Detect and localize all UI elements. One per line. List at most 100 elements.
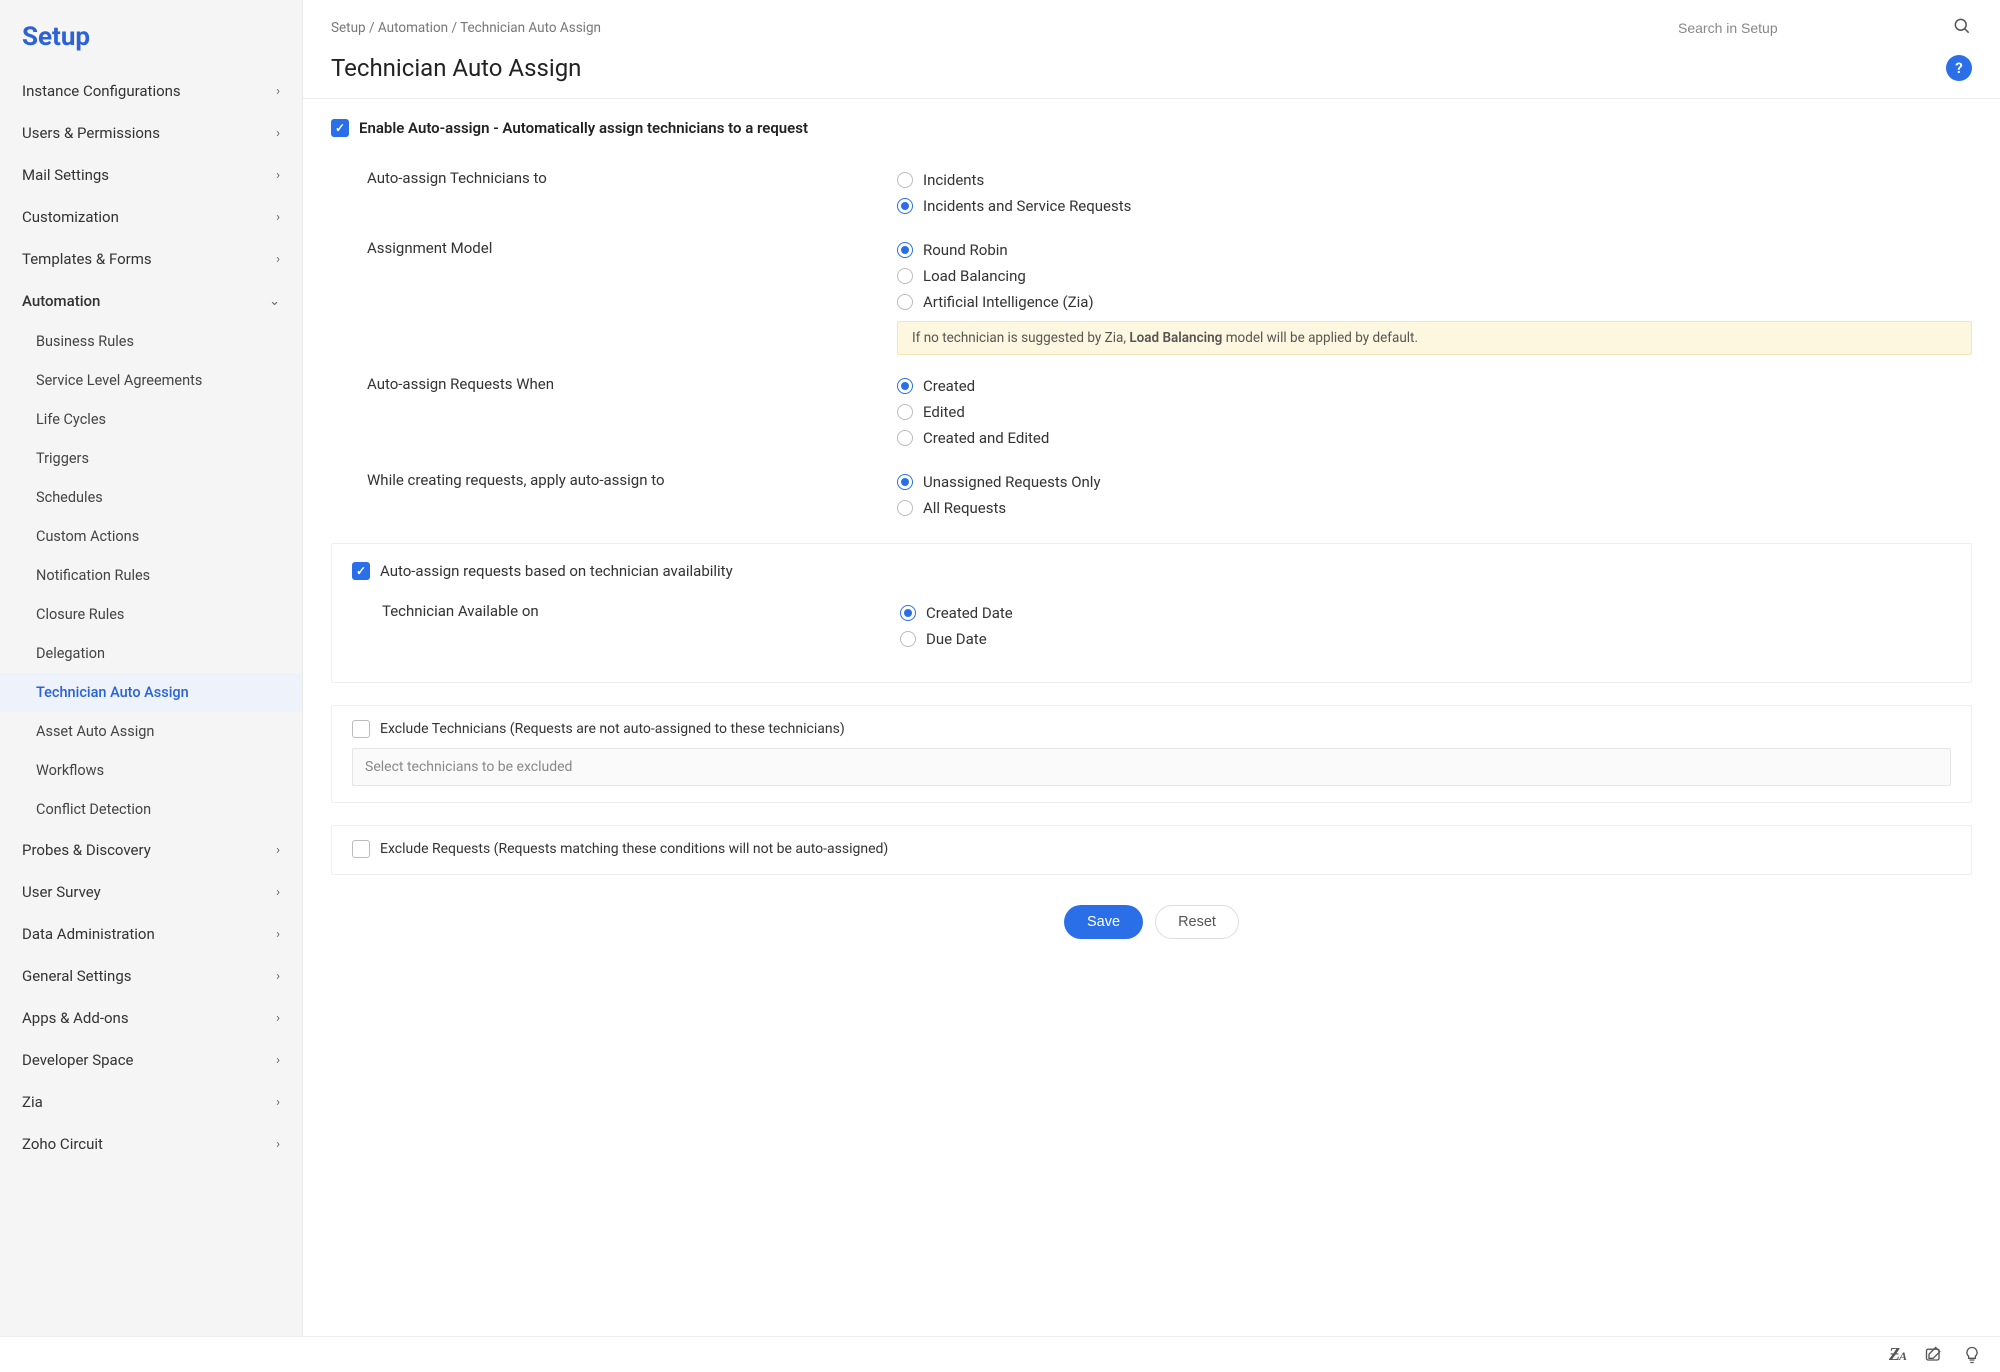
- chevron-right-icon: ›: [276, 84, 280, 99]
- sidebar-item-probes-discovery[interactable]: Probes & Discovery›: [0, 829, 302, 871]
- sidebar-subitem-business-rules[interactable]: Business Rules: [0, 322, 302, 361]
- exclude-requests-label: Exclude Requests (Requests matching thes…: [380, 841, 888, 857]
- search-input[interactable]: [1672, 14, 1972, 42]
- availability-checkbox[interactable]: [352, 562, 370, 580]
- search-wrap: [1672, 14, 1972, 42]
- sidebar-subitem-triggers[interactable]: Triggers: [0, 439, 302, 478]
- sidebar-item-developer-space[interactable]: Developer Space›: [0, 1039, 302, 1081]
- help-icon[interactable]: ?: [1946, 55, 1972, 81]
- sidebar-subitem-asset-auto-assign[interactable]: Asset Auto Assign: [0, 712, 302, 751]
- sidebar-item-label: Users & Permissions: [22, 124, 160, 142]
- radio-label: Round Robin: [923, 241, 1008, 259]
- sidebar-item-zia[interactable]: Zia›: [0, 1081, 302, 1123]
- topbar: Setup / Automation / Technician Auto Ass…: [303, 0, 2000, 48]
- radio-option-created[interactable]: Created: [897, 373, 1972, 399]
- enable-auto-assign-row: Enable Auto-assign - Automatically assig…: [331, 119, 1972, 137]
- sidebar-item-apps-add-ons[interactable]: Apps & Add-ons ›: [0, 997, 302, 1039]
- sidebar-item-templates-forms[interactable]: Templates & Forms›: [0, 238, 302, 280]
- radio-label: Created Date: [926, 604, 1013, 622]
- exclude-technicians-select[interactable]: Select technicians to be excluded: [352, 748, 1951, 786]
- radio-label: Created: [923, 377, 975, 395]
- sidebar-subitem-schedules[interactable]: Schedules: [0, 478, 302, 517]
- sidebar-subitem-notification-rules[interactable]: Notification Rules: [0, 556, 302, 595]
- sidebar-item-label: Apps & Add-ons: [22, 1009, 129, 1027]
- sidebar-item-label: Zoho Circuit: [22, 1135, 103, 1153]
- radio-option-all-requests[interactable]: All Requests: [897, 495, 1972, 521]
- sidebar-item-label: General Settings: [22, 967, 132, 985]
- sidebar-subitem-life-cycles[interactable]: Life Cycles: [0, 400, 302, 439]
- label-assignment-model: Assignment Model: [367, 237, 897, 257]
- sidebar-item-users-permissions[interactable]: Users & Permissions ›: [0, 112, 302, 154]
- radio-icon: [900, 631, 916, 647]
- exclude-requests-checkbox[interactable]: [352, 840, 370, 858]
- radio-icon: [897, 500, 913, 516]
- radio-option-artificial-intelligence-zia-[interactable]: Artificial Intelligence (Zia): [897, 289, 1972, 315]
- radio-option-created-and-edited[interactable]: Created and Edited: [897, 425, 1972, 451]
- chevron-right-icon: ›: [276, 1137, 280, 1152]
- radio-label: Artificial Intelligence (Zia): [923, 293, 1094, 311]
- content: Enable Auto-assign - Automatically assig…: [303, 99, 2000, 1372]
- sidebar-item-label: Templates & Forms: [22, 250, 152, 268]
- sidebar-item-label: Probes & Discovery: [22, 841, 151, 859]
- radio-label: Created and Edited: [923, 429, 1049, 447]
- exclude-requests-card: Exclude Requests (Requests matching thes…: [331, 825, 1972, 875]
- radio-option-edited[interactable]: Edited: [897, 399, 1972, 425]
- sidebar-subitem-service-level-agreements[interactable]: Service Level Agreements: [0, 361, 302, 400]
- sidebar-subitem-conflict-detection[interactable]: Conflict Detection: [0, 790, 302, 829]
- radio-option-due-date[interactable]: Due Date: [900, 626, 1951, 652]
- radio-option-incidents-and-service-requests[interactable]: Incidents and Service Requests: [897, 193, 1972, 219]
- breadcrumb: Setup / Automation / Technician Auto Ass…: [331, 20, 601, 36]
- row-assignment-model: Assignment Model Round Robin Load Balanci…: [331, 227, 1972, 363]
- sidebar-item-zoho-circuit[interactable]: Zoho Circuit ›: [0, 1123, 302, 1165]
- radio-label: Unassigned Requests Only: [923, 473, 1101, 491]
- sidebar: Setup Instance Configurations›Users & Pe…: [0, 0, 303, 1372]
- radio-label: Incidents: [923, 171, 984, 189]
- sidebar-subitem-technician-auto-assign[interactable]: Technician Auto Assign: [0, 673, 302, 712]
- tips-icon[interactable]: [1962, 1345, 1982, 1365]
- enable-auto-assign-checkbox[interactable]: [331, 119, 349, 137]
- radio-option-round-robin[interactable]: Round Robin: [897, 237, 1972, 263]
- radio-option-incidents[interactable]: Incidents: [897, 167, 1972, 193]
- radio-icon: [897, 430, 913, 446]
- row-while-creating: While creating requests, apply auto-assi…: [331, 459, 1972, 529]
- radio-option-created-date[interactable]: Created Date: [900, 600, 1951, 626]
- edit-icon[interactable]: [1924, 1345, 1944, 1365]
- radio-icon: [900, 605, 916, 621]
- radio-label: Edited: [923, 403, 965, 421]
- label-while-creating: While creating requests, apply auto-assi…: [367, 469, 897, 489]
- exclude-technicians-label: Exclude Technicians (Requests are not au…: [380, 721, 845, 737]
- sidebar-subitem-custom-actions[interactable]: Custom Actions: [0, 517, 302, 556]
- chevron-right-icon: ›: [276, 126, 280, 141]
- radio-option-unassigned-requests-only[interactable]: Unassigned Requests Only: [897, 469, 1972, 495]
- breadcrumb-automation[interactable]: Automation: [378, 20, 448, 36]
- sidebar-subitem-closure-rules[interactable]: Closure Rules: [0, 595, 302, 634]
- save-button[interactable]: Save: [1064, 905, 1143, 939]
- breadcrumb-setup[interactable]: Setup: [331, 20, 366, 36]
- search-icon[interactable]: [1952, 16, 1972, 36]
- radio-option-load-balancing[interactable]: Load Balancing: [897, 263, 1972, 289]
- exclude-technicians-checkbox[interactable]: [352, 720, 370, 738]
- sidebar-item-general-settings[interactable]: General Settings›: [0, 955, 302, 997]
- row-auto-assign-to: Auto-assign Technicians to IncidentsInci…: [331, 157, 1972, 227]
- sidebar-item-instance-configurations[interactable]: Instance Configurations›: [0, 70, 302, 112]
- radio-label: Due Date: [926, 630, 987, 648]
- zia-icon[interactable]: ƵA: [1889, 1344, 1906, 1365]
- sidebar-item-label: Mail Settings: [22, 166, 109, 184]
- chevron-right-icon: ›: [276, 1011, 280, 1026]
- enable-auto-assign-label: Enable Auto-assign - Automatically assig…: [359, 119, 808, 137]
- sidebar-item-customization[interactable]: Customization›: [0, 196, 302, 238]
- sidebar-subitem-workflows[interactable]: Workflows: [0, 751, 302, 790]
- label-auto-assign-when: Auto-assign Requests When: [367, 373, 897, 393]
- sidebar-item-automation[interactable]: Automation⌄: [0, 280, 302, 322]
- availability-label: Auto-assign requests based on technician…: [380, 562, 733, 580]
- sidebar-item-user-survey[interactable]: User Survey›: [0, 871, 302, 913]
- sidebar-item-mail-settings[interactable]: Mail Settings›: [0, 154, 302, 196]
- availability-block: Auto-assign requests based on technician…: [331, 543, 1972, 683]
- sidebar-item-data-administration[interactable]: Data Administration›: [0, 913, 302, 955]
- sidebar-subitem-delegation[interactable]: Delegation: [0, 634, 302, 673]
- sidebar-title: Setup: [0, 0, 302, 70]
- row-auto-assign-when: Auto-assign Requests When Created Edited C…: [331, 363, 1972, 459]
- radio-label: Incidents and Service Requests: [923, 197, 1131, 215]
- reset-button[interactable]: Reset: [1155, 905, 1239, 939]
- sidebar-item-label: Zia: [22, 1093, 43, 1111]
